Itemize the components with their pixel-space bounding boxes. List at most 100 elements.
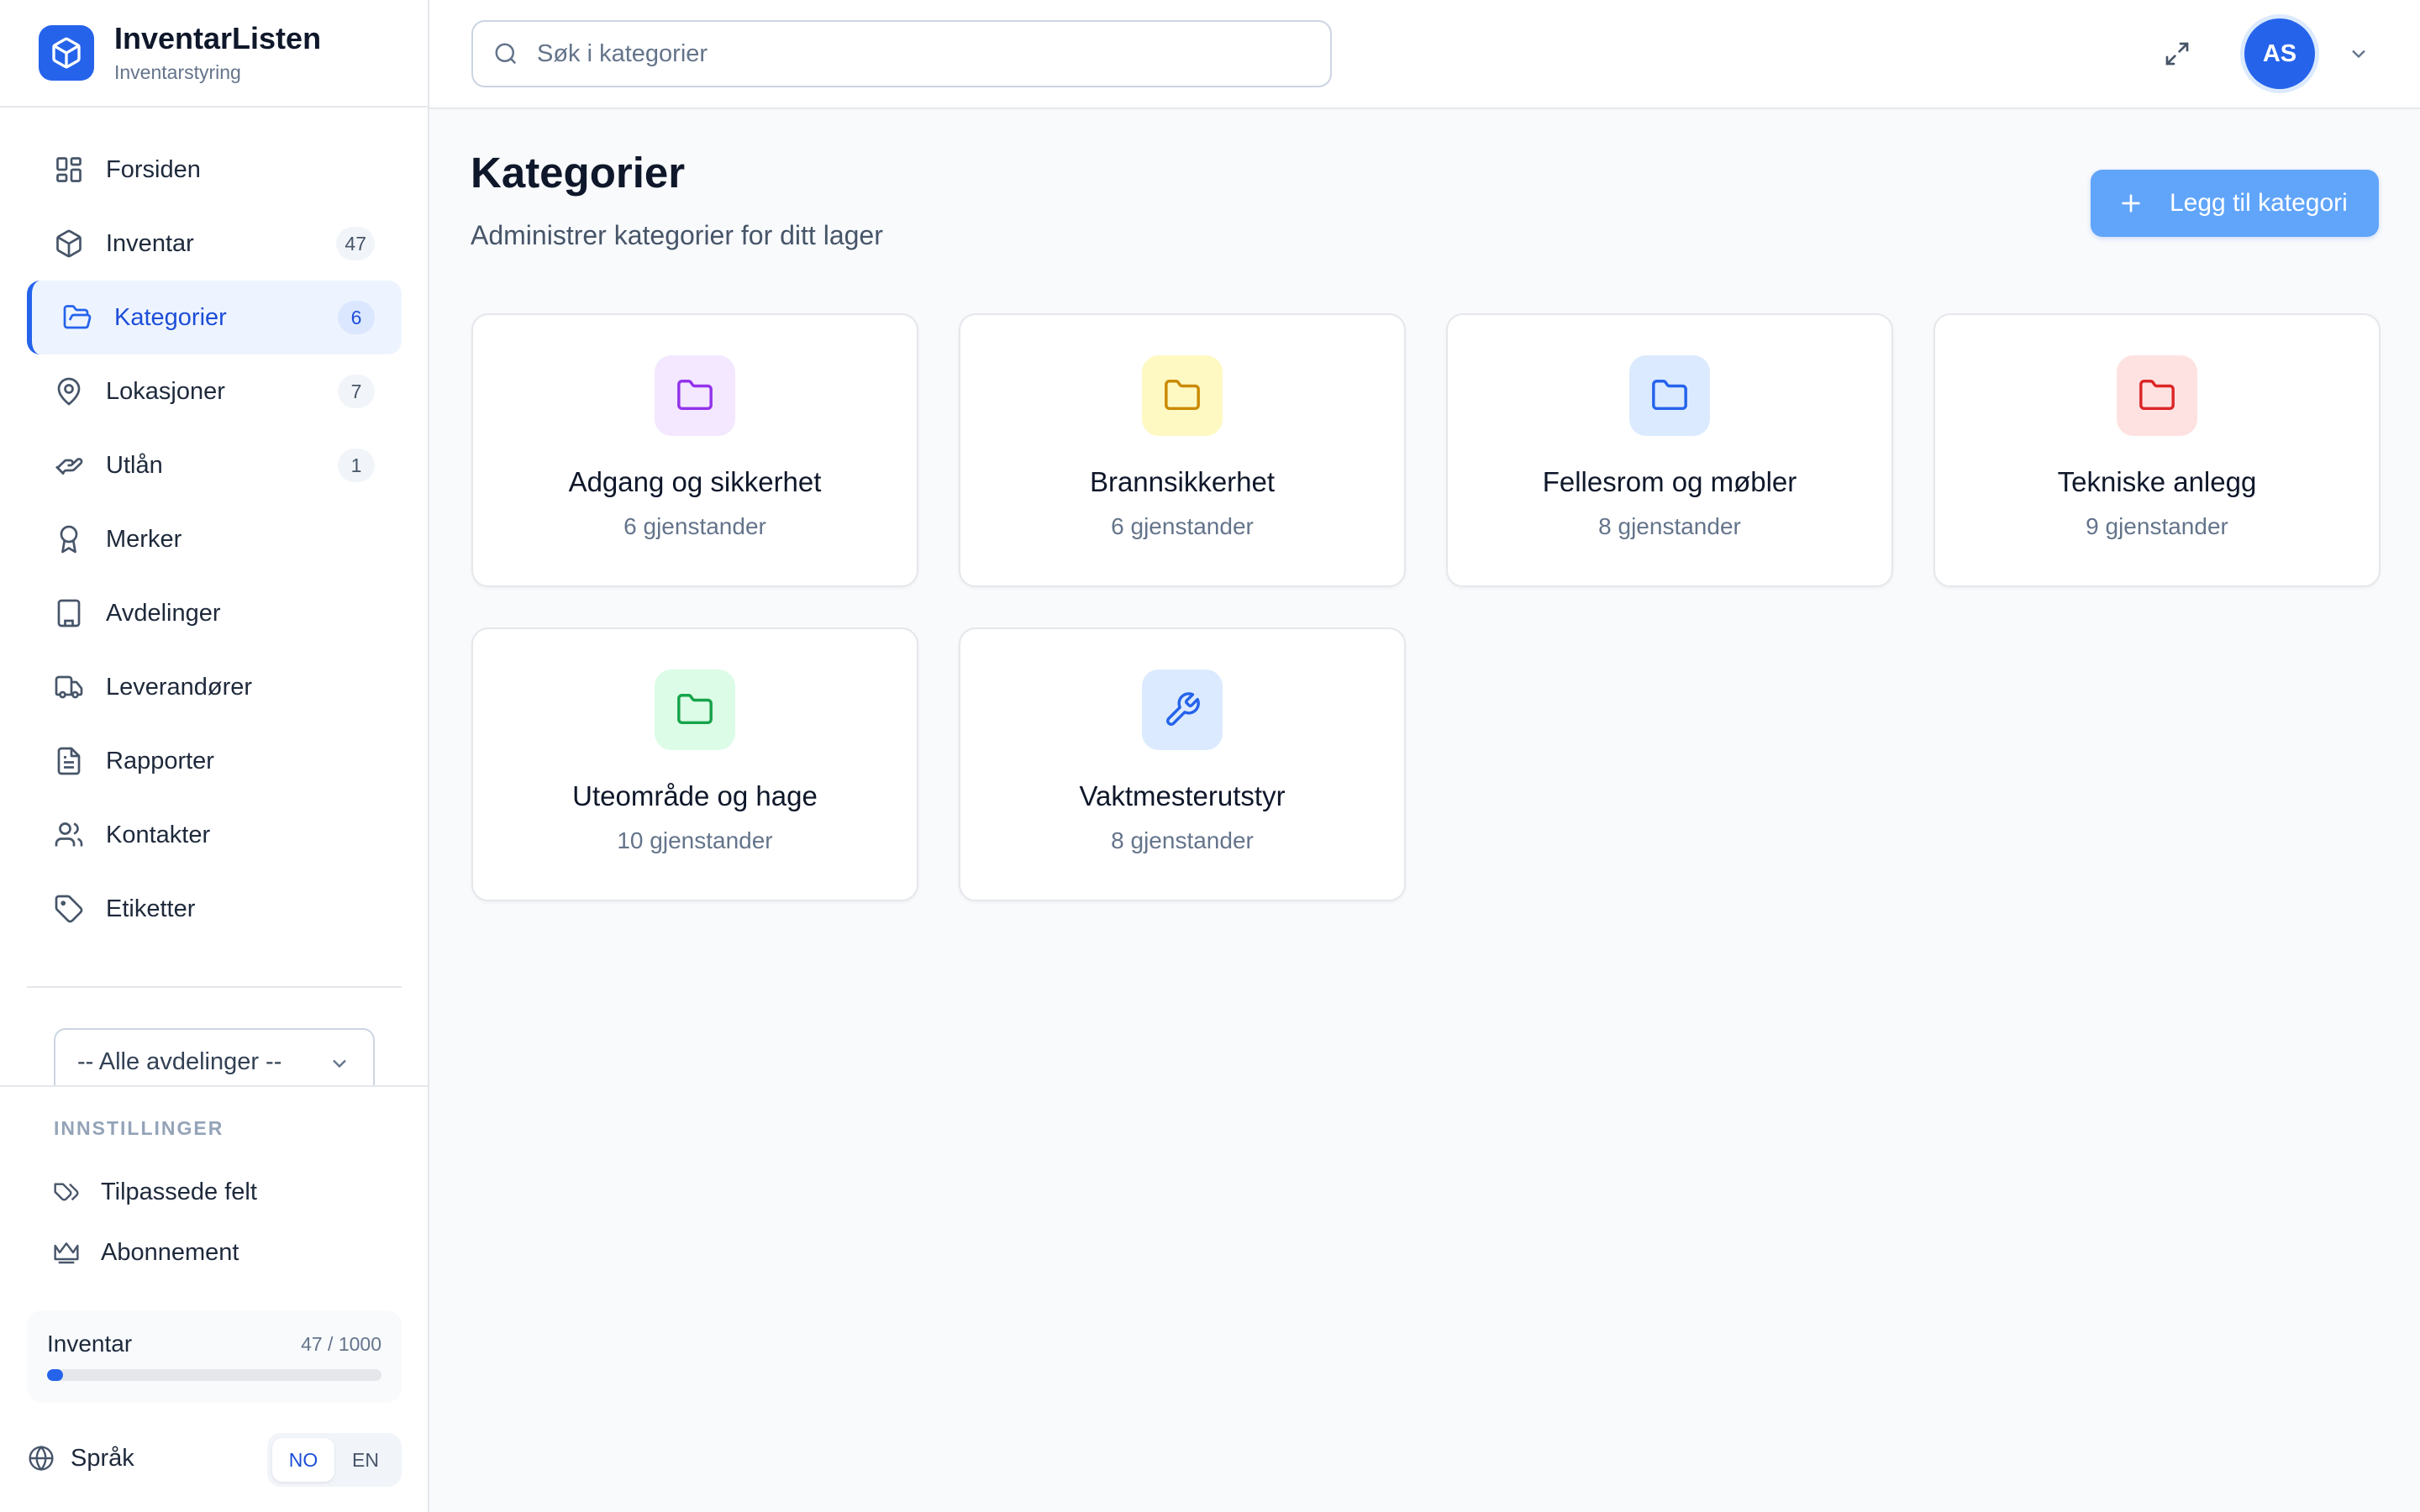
globe-icon	[27, 1444, 55, 1473]
fullscreen-icon[interactable]	[2160, 37, 2194, 71]
language-option-en[interactable]: EN	[334, 1438, 397, 1482]
language-option-no[interactable]: NO	[272, 1438, 334, 1482]
language-toggle: NO EN	[267, 1433, 402, 1487]
category-count: 6 gjenstander	[1111, 513, 1254, 539]
add-category-button[interactable]: Legg til kategori	[2091, 170, 2379, 237]
category-card[interactable]: Uteområde og hage 10 gjenstander	[471, 627, 918, 901]
category-name: Brannsikkerhet	[1089, 466, 1276, 497]
usage-progress-bar	[47, 1369, 381, 1381]
tags-icon	[52, 1178, 81, 1206]
nav-label: Merker	[106, 525, 182, 553]
building-icon	[52, 596, 86, 630]
category-name: Vaktmesterutstyr	[1079, 780, 1286, 811]
nav-item-leverandorer[interactable]: Leverandører	[27, 650, 402, 724]
nav-label: Lokasjoner	[106, 377, 225, 405]
top-bar: AS	[429, 0, 2420, 109]
nav-item-kontakter[interactable]: Kontakter	[27, 798, 402, 872]
chevron-down-icon[interactable]	[2347, 42, 2370, 66]
usage-progress-fill	[47, 1369, 63, 1381]
nav-item-inventar[interactable]: Inventar 47	[27, 207, 402, 281]
category-count: 9 gjenstander	[2086, 513, 2228, 539]
nav-label: Kontakter	[106, 821, 211, 848]
category-card[interactable]: Fellesrom og møbler 8 gjenstander	[1446, 313, 1893, 587]
add-category-label: Legg til kategori	[2170, 189, 2348, 217]
category-name: Tekniske anlegg	[2057, 466, 2257, 497]
count-badge: 7	[338, 375, 375, 408]
box-logo-icon	[39, 25, 94, 81]
nav-item-lokasjoner[interactable]: Lokasjoner 7	[27, 354, 402, 428]
crown-icon	[52, 1238, 81, 1267]
dashboard-icon	[52, 153, 86, 186]
map-pin-icon	[52, 375, 86, 408]
count-badge: 6	[338, 301, 375, 334]
truck-icon	[52, 670, 86, 704]
search-box[interactable]	[471, 20, 1332, 87]
page-subtitle: Administrer kategorier for ditt lager	[471, 220, 883, 250]
category-count: 8 gjenstander	[1598, 513, 1741, 539]
folder-icon	[655, 355, 735, 436]
nav-label: Rapporter	[106, 747, 214, 774]
settings-item-custom-fields[interactable]: Tilpassede felt	[52, 1171, 257, 1213]
user-avatar[interactable]: AS	[2244, 18, 2315, 89]
search-input[interactable]	[537, 39, 1293, 68]
folder-icon	[655, 669, 735, 750]
nav-label: Utlån	[106, 451, 163, 479]
nav-item-merker[interactable]: Merker	[27, 502, 402, 576]
app-name: InventarListen	[114, 21, 322, 55]
nav-label: Leverandører	[106, 673, 253, 701]
chevron-down-icon	[328, 1052, 351, 1075]
settings-item-subscription[interactable]: Abonnement	[52, 1231, 239, 1273]
category-name: Uteområde og hage	[572, 780, 818, 811]
wrench-icon	[1142, 669, 1223, 750]
count-badge: 47	[336, 227, 375, 260]
nav-item-avdelinger[interactable]: Avdelinger	[27, 576, 402, 650]
page-title: Kategorier	[471, 149, 686, 197]
brand[interactable]: InventarListen Inventarstyring	[0, 0, 428, 108]
category-card[interactable]: Adgang og sikkerhet 6 gjenstander	[471, 313, 918, 587]
nav-item-utlan[interactable]: Utlån 1	[27, 428, 402, 502]
main-nav: Forsiden Inventar 47 Kategorier 6 Lokasj…	[27, 133, 402, 946]
count-badge: 1	[338, 449, 375, 482]
category-card[interactable]: Brannsikkerhet 6 gjenstander	[959, 313, 1406, 587]
divider	[27, 986, 402, 988]
nav-label: Avdelinger	[106, 599, 221, 627]
category-count: 8 gjenstander	[1111, 827, 1254, 853]
divider	[0, 1085, 428, 1087]
nav-label: Kategorier	[114, 303, 227, 331]
language-setting: Språk NO EN	[27, 1433, 402, 1487]
settings-section-title: INNSTILLINGER	[54, 1117, 224, 1139]
department-select-value: -- Alle avdelinger --	[77, 1047, 282, 1075]
usage-count: 47 / 1000	[301, 1332, 381, 1355]
usage-label: Inventar	[47, 1331, 133, 1357]
nav-item-rapporter[interactable]: Rapporter	[27, 724, 402, 798]
category-count: 10 gjenstander	[617, 827, 773, 853]
hand-icon	[52, 449, 86, 482]
nav-label: Etiketter	[106, 895, 196, 922]
app-subtitle: Inventarstyring	[114, 61, 241, 83]
settings-item-label: Abonnement	[101, 1238, 239, 1266]
category-name: Adgang og sikkerhet	[568, 466, 822, 497]
folder-icon	[1142, 355, 1223, 436]
folder-icon	[1629, 355, 1710, 436]
search-icon	[493, 41, 518, 66]
category-name: Fellesrom og møbler	[1542, 466, 1797, 497]
users-icon	[52, 818, 86, 852]
category-count: 6 gjenstander	[623, 513, 766, 539]
settings-item-label: Tilpassede felt	[101, 1178, 257, 1205]
folder-open-icon	[60, 301, 94, 334]
plus-icon	[2118, 190, 2144, 217]
inventory-usage: Inventar 47 / 1000	[27, 1310, 402, 1403]
nav-item-forsiden[interactable]: Forsiden	[27, 133, 402, 207]
category-card[interactable]: Vaktmesterutstyr 8 gjenstander	[959, 627, 1406, 901]
file-text-icon	[52, 744, 86, 778]
nav-label: Inventar	[106, 229, 194, 257]
nav-item-etiketter[interactable]: Etiketter	[27, 872, 402, 946]
folder-icon	[2117, 355, 2197, 436]
nav-item-kategorier[interactable]: Kategorier 6	[27, 281, 402, 354]
language-label: Språk	[71, 1444, 134, 1472]
award-icon	[52, 522, 86, 556]
category-card[interactable]: Tekniske anlegg 9 gjenstander	[1933, 313, 2381, 587]
box-icon	[52, 227, 86, 260]
nav-label: Forsiden	[106, 155, 201, 183]
sidebar: InventarListen Inventarstyring Forsiden …	[0, 0, 429, 1512]
